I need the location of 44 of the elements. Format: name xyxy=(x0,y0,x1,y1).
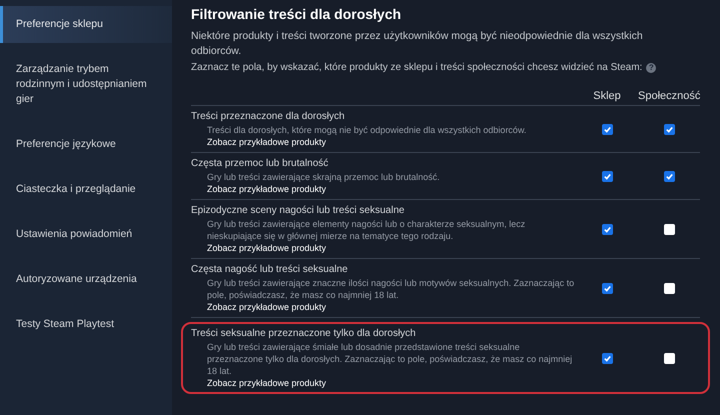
check-icon xyxy=(664,172,674,180)
section-title: Filtrowanie treści dla dorosłych xyxy=(191,5,402,23)
sidebar-item[interactable]: Ustawienia powiadomień xyxy=(0,216,172,253)
checkbox[interactable] xyxy=(664,282,674,294)
example-products-link[interactable]: Zobacz przykładowe produkty xyxy=(207,242,326,254)
check-icon xyxy=(602,224,612,234)
checkbox[interactable] xyxy=(664,124,674,134)
example-products-link[interactable]: Zobacz przykładowe produkty xyxy=(207,301,326,313)
example-products-link[interactable]: Zobacz przykładowe produkty xyxy=(207,183,326,195)
row-title: Treści przeznaczone dla dorosłych xyxy=(191,110,346,124)
row-title: Częsta nagość lub treści seksualne xyxy=(191,263,349,277)
example-products-link[interactable]: Zobacz przykładowe produkty xyxy=(207,136,326,148)
checkbox[interactable] xyxy=(602,282,612,294)
check-icon xyxy=(602,124,612,134)
checkbox[interactable] xyxy=(602,124,612,134)
sidebar-item[interactable]: Testy Steam Playtest xyxy=(0,306,172,343)
checkbox[interactable] xyxy=(602,224,612,234)
row-description: Gry lub treści zawierające skrajną przemoc lub brutalność. xyxy=(206,171,441,183)
row-description: Gry lub treści zawierające znaczne ilości nagości lub motywów seksualnych. Zaznaczając to pole, poświadczasz, że masz co najmniej 18 lat. xyxy=(206,277,576,301)
sidebar-item[interactable]: Autoryzowane urządzenia xyxy=(0,261,172,298)
sidebar-item[interactable]: Ciasteczka i przeglądanie xyxy=(0,171,172,208)
row-title: Treści seksualne przeznaczone tylko dla dorosłych xyxy=(191,327,417,341)
check-icon xyxy=(602,284,612,292)
sidebar-item[interactable]: Preferencje sklepu xyxy=(0,6,172,43)
checkbox[interactable] xyxy=(602,170,612,182)
check-icon xyxy=(664,124,674,134)
instruction-text: Zaznacz te pola, by wskazać, które produkty ze sklepu i treści społeczności chcesz widzieć na Steam: xyxy=(191,61,642,75)
intro-text: Niektóre produkty i treści tworzone przez użytkowników mogą być nieodpowiednie dla wszystkich odbiorców. xyxy=(191,29,644,59)
checkbox[interactable] xyxy=(664,224,674,234)
row-title: Częsta przemoc lub brutalność xyxy=(191,157,330,171)
column-header: Społeczność xyxy=(638,89,700,103)
column-header: Sklep xyxy=(592,89,622,103)
row-description: Treści dla dorosłych, które mogą nie być odpowiednie dla wszystkich odbiorców. xyxy=(206,124,528,136)
row-description: Gry lub treści zawierające śmiałe lub dosadnie przedstawione treści seksualne przeznaczone tylko dla dorosłych. Zaznaczając to pole, poświadczasz, że masz co najmniej 18 lat. xyxy=(206,341,574,377)
example-products-link[interactable]: Zobacz przykładowe produkty xyxy=(207,377,326,389)
row-description: Gry lub treści zawierające elementy nagości lub o charakterze seksualnym, lecz nieskupiające się w głównej mierze na tematyce tego rodzaju. xyxy=(206,218,526,242)
checkbox[interactable] xyxy=(664,170,674,182)
sidebar-item[interactable]: Zarządzanie trybem rodzinnym i udostępnianiem gier xyxy=(0,51,172,118)
sidebar-item[interactable]: Preferencje językowe xyxy=(0,126,172,163)
checkbox[interactable] xyxy=(602,352,612,364)
check-icon xyxy=(602,354,612,362)
checkbox[interactable] xyxy=(664,352,674,364)
row-title: Epizodyczne sceny nagości lub treści seksualne xyxy=(191,204,406,218)
check-icon xyxy=(602,172,612,180)
